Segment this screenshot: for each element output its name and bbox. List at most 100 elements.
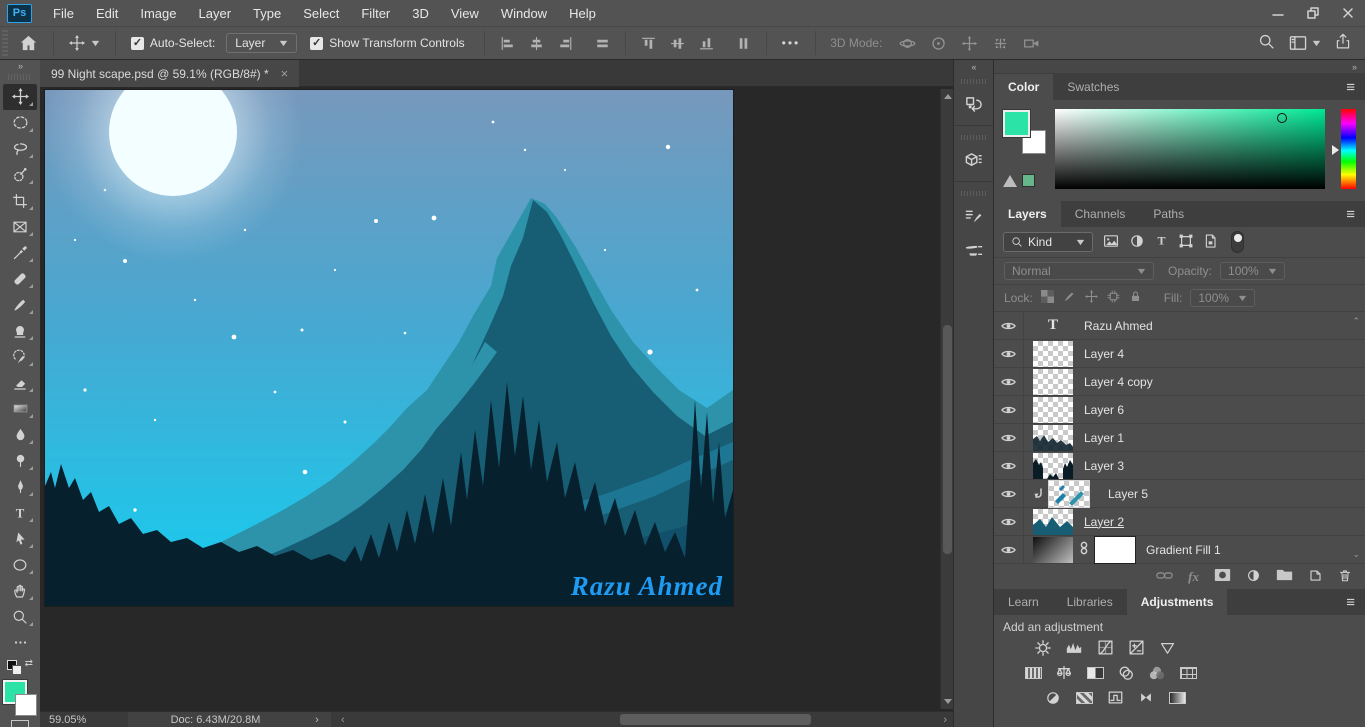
lock-transparency-icon[interactable] — [1040, 290, 1054, 306]
align-right-edges-icon[interactable] — [551, 28, 580, 58]
auto-select-target-dropdown[interactable]: Layer ▼ — [226, 33, 298, 53]
gradient-tool[interactable] — [3, 396, 37, 422]
visibility-eye-icon[interactable] — [994, 452, 1024, 479]
menu-item-file[interactable]: File — [42, 0, 85, 26]
expand-panels-icon[interactable]: « — [954, 60, 993, 74]
color-balance-icon[interactable] — [1052, 663, 1076, 682]
tab-close-icon[interactable]: × — [281, 66, 289, 81]
layer-thumbnail[interactable] — [1048, 479, 1090, 508]
align-bottom-edges-icon[interactable] — [692, 28, 721, 58]
shape-tool[interactable] — [3, 552, 37, 578]
menu-item-window[interactable]: Window — [490, 0, 558, 26]
brightness-contrast-icon[interactable] — [1031, 638, 1055, 657]
clone-stamp-tool[interactable] — [3, 318, 37, 344]
layer-row[interactable]: Layer 4 copy — [994, 368, 1365, 396]
delete-layer-icon[interactable] — [1338, 568, 1352, 586]
restore-icon[interactable] — [1295, 0, 1330, 26]
history-brush-tool[interactable] — [3, 344, 37, 370]
align-top-edges-icon[interactable] — [634, 28, 663, 58]
3d-panel-icon[interactable] — [954, 143, 994, 177]
auto-select-checkbox[interactable]: ✓ Auto-Select: — [124, 28, 226, 58]
fill-input[interactable]: 100% ▼ — [1190, 289, 1255, 307]
layer-row-gradient-fill[interactable]: Gradient Fill 1 — [994, 535, 1365, 564]
visibility-eye-icon[interactable] — [994, 480, 1024, 507]
posterize-icon[interactable] — [1072, 688, 1096, 707]
scroll-right-icon[interactable]: › — [943, 712, 947, 727]
layer-thumbnail[interactable] — [1033, 424, 1073, 451]
lock-pixels-icon[interactable] — [1063, 290, 1076, 306]
layer-name[interactable]: Layer 2 — [1084, 515, 1124, 529]
layer-row[interactable]: Layer 4 — [994, 340, 1365, 368]
color-lookup-icon[interactable] — [1176, 663, 1200, 682]
document-tab[interactable]: 99 Night scape.psd @ 59.1% (RGB/8#) * × — [40, 60, 300, 87]
horizontal-scrollbar[interactable]: ‹ › — [337, 712, 953, 727]
layer-mask-thumbnail[interactable] — [1094, 535, 1136, 564]
layer-name[interactable]: Razu Ahmed — [1084, 319, 1153, 333]
menu-item-layer[interactable]: Layer — [188, 0, 243, 26]
layer-row-clip-base[interactable]: Layer 2 — [994, 508, 1365, 536]
exposure-icon[interactable] — [1124, 638, 1148, 657]
tab-channels[interactable]: Channels — [1061, 201, 1140, 227]
dodge-tool[interactable] — [3, 448, 37, 474]
invert-icon[interactable] — [1041, 688, 1065, 707]
filter-smart-objects-icon[interactable] — [1203, 233, 1218, 252]
lock-all-icon[interactable] — [1129, 290, 1142, 306]
photo-filter-icon[interactable] — [1114, 663, 1138, 682]
tab-layers[interactable]: Layers — [994, 201, 1061, 227]
foreground-color-swatch[interactable] — [1003, 110, 1030, 137]
marquee-tool[interactable] — [3, 110, 37, 136]
home-icon[interactable] — [12, 28, 45, 58]
align-vertical-centers-icon[interactable] — [522, 28, 551, 58]
status-options-icon[interactable]: › — [303, 712, 331, 727]
distribute-vertical-icon[interactable] — [729, 28, 758, 58]
menu-item-view[interactable]: View — [440, 0, 490, 26]
move-tool[interactable] — [3, 83, 37, 110]
levels-icon[interactable] — [1062, 638, 1086, 657]
visibility-eye-icon[interactable] — [994, 508, 1024, 535]
tab-libraries[interactable]: Libraries — [1053, 589, 1127, 615]
lock-position-icon[interactable] — [1084, 290, 1098, 306]
3d-orbit-icon[interactable] — [892, 28, 923, 58]
hue-slider-marker[interactable] — [1332, 145, 1339, 155]
tab-swatches[interactable]: Swatches — [1053, 74, 1133, 100]
new-layer-icon[interactable] — [1308, 568, 1323, 586]
eraser-tool[interactable] — [3, 370, 37, 396]
layer-name[interactable]: Layer 1 — [1084, 431, 1124, 445]
menu-item-3d[interactable]: 3D — [401, 0, 440, 26]
link-layers-icon[interactable] — [1156, 569, 1173, 585]
visibility-eye-icon[interactable] — [994, 368, 1024, 395]
new-group-icon[interactable] — [1276, 568, 1293, 585]
menu-item-type[interactable]: Type — [242, 0, 292, 26]
3d-camera-icon[interactable] — [1016, 28, 1047, 58]
layer-row[interactable]: Layer 6 — [994, 396, 1365, 424]
filter-adjustment-layers-icon[interactable] — [1129, 233, 1145, 252]
blend-mode-dropdown[interactable]: Normal ▼ — [1004, 262, 1154, 280]
foreground-background-swatches[interactable] — [3, 680, 37, 717]
layer-row[interactable]: Layer 3 — [994, 452, 1365, 480]
toolbar-collapse-icon[interactable]: » — [0, 60, 40, 72]
quick-selection-tool[interactable] — [3, 162, 37, 188]
layer-name[interactable]: Gradient Fill 1 — [1146, 543, 1221, 557]
minimize-icon[interactable] — [1260, 0, 1295, 26]
visibility-eye-icon[interactable] — [994, 312, 1024, 339]
zoom-tool[interactable] — [3, 604, 37, 630]
hue-saturation-icon[interactable] — [1021, 663, 1045, 682]
panel-menu-icon[interactable]: ≡ — [1336, 589, 1365, 615]
visibility-eye-icon[interactable] — [994, 340, 1024, 367]
filter-type-layers-icon[interactable]: T — [1154, 233, 1169, 251]
menu-item-edit[interactable]: Edit — [85, 0, 129, 26]
close-icon[interactable] — [1330, 0, 1365, 26]
hand-tool[interactable] — [3, 578, 37, 604]
photoshop-logo[interactable]: Ps — [7, 3, 32, 23]
frame-tool[interactable] — [3, 214, 37, 240]
filter-kind-dropdown[interactable]: Kind ▼ — [1003, 232, 1093, 252]
healing-brush-tool[interactable] — [3, 266, 37, 292]
saturation-brightness-field[interactable] — [1055, 109, 1325, 189]
visibility-eye-icon[interactable] — [994, 536, 1024, 563]
distribute-horizontal-icon[interactable] — [588, 28, 617, 58]
menu-item-filter[interactable]: Filter — [350, 0, 401, 26]
visibility-eye-icon[interactable] — [994, 396, 1024, 423]
layer-row-text[interactable]: T Razu Ahmed — [994, 312, 1365, 340]
menu-item-help[interactable]: Help — [558, 0, 607, 26]
gradient-fill-thumbnail[interactable] — [1033, 536, 1073, 563]
